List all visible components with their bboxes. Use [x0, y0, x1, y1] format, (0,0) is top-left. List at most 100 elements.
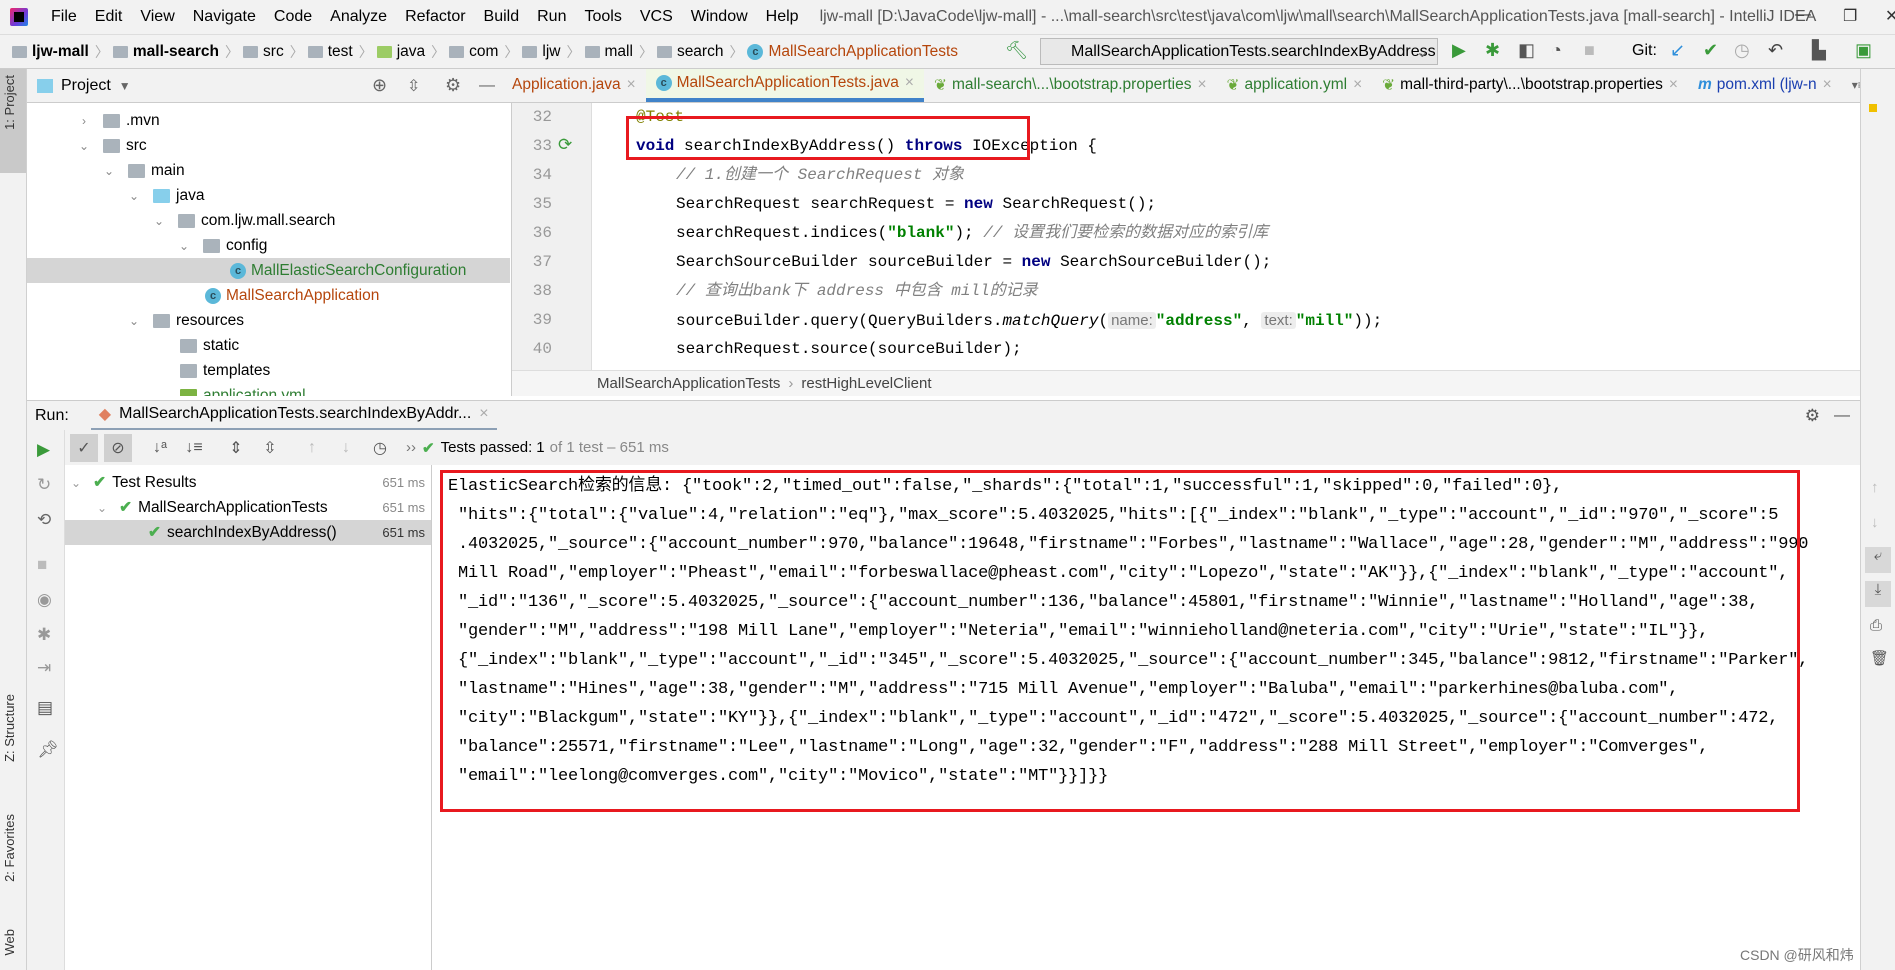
show-passed-icon[interactable]: ✓ — [70, 433, 98, 462]
tab-third-party-bootstrap[interactable]: ❦ mall-third-party\...\bootstrap.properti… — [1372, 69, 1688, 102]
hide-panel-icon[interactable]: — — [1834, 407, 1850, 425]
debug-bug-icon[interactable]: ✱ — [37, 625, 51, 645]
tree-item-templates[interactable]: templates — [27, 358, 510, 383]
rerun-failed-icon[interactable]: ↻ — [37, 475, 51, 495]
project-tool-tab[interactable]: 1: Project — [0, 69, 26, 173]
hide-panel-icon[interactable]: — — [479, 77, 495, 95]
crumb-ljw-mall[interactable]: ljw-mall 〉 — [12, 42, 109, 62]
tree-item-mvn[interactable]: › .mvn — [27, 108, 510, 133]
crumb-mall-search[interactable]: mall-search 〉 — [112, 42, 239, 62]
rerun-icon[interactable]: ▶ — [37, 440, 50, 460]
warning-marker-icon[interactable] — [1869, 104, 1877, 112]
close-tab-icon[interactable]: × — [905, 74, 914, 92]
print-icon[interactable]: ⎙ — [1870, 617, 1882, 634]
test-history-icon[interactable]: ◷ — [366, 434, 394, 462]
stop-icon[interactable]: ■ — [37, 555, 47, 575]
rollback-icon[interactable]: ↶ — [1768, 40, 1783, 61]
scroll-down-icon[interactable]: ↓ — [1871, 514, 1879, 531]
project-structure-icon[interactable]: ▙ — [1812, 40, 1826, 61]
close-tab-icon[interactable]: × — [1197, 76, 1206, 94]
run-configuration-select[interactable]: MallSearchApplicationTests.searchIndexBy… — [1040, 38, 1438, 65]
test-node-method[interactable]: ✔ searchIndexByAddress() 651 ms — [65, 520, 431, 545]
menu-vcs[interactable]: VCS — [631, 8, 682, 26]
crumb-src[interactable]: src 〉 — [243, 42, 304, 62]
tree-item-config[interactable]: ⌄ config — [27, 233, 510, 258]
menu-refactor[interactable]: Refactor — [396, 8, 474, 26]
close-tab-icon[interactable]: × — [1823, 76, 1832, 94]
menu-run[interactable]: Run — [528, 8, 575, 26]
debug-icon[interactable]: ✱ — [1485, 40, 1500, 61]
gear-icon[interactable]: ⚙ — [1805, 406, 1820, 426]
expand-all-icon[interactable]: ⇕ — [222, 434, 250, 462]
previous-test-icon[interactable]: ↑ — [298, 434, 326, 462]
run-test-gutter-icon[interactable]: ⟳ — [558, 135, 572, 155]
crumb-ljw[interactable]: ljw 〉 — [522, 42, 581, 62]
tree-item-application-class[interactable]: c MallSearchApplication — [27, 283, 510, 308]
git-commit-icon[interactable]: ✔ — [1703, 40, 1718, 61]
crumb-class[interactable]: c MallSearchApplicationTests — [747, 43, 958, 61]
test-node-class[interactable]: ⌄ ✔ MallSearchApplicationTests 651 ms — [65, 495, 431, 520]
profile-icon[interactable]: ◔ — [1551, 40, 1562, 61]
close-tab-icon[interactable]: × — [1353, 76, 1362, 94]
tree-item-application-yml[interactable]: application.yml — [27, 383, 510, 396]
stop-icon[interactable]: ■ — [1584, 40, 1595, 61]
menu-tools[interactable]: Tools — [575, 8, 630, 26]
scroll-up-icon[interactable]: ↑ — [1871, 479, 1879, 496]
more-icon[interactable]: ›› — [406, 439, 416, 456]
trash-icon[interactable]: 🗑︎ — [1870, 649, 1889, 667]
project-view-select[interactable]: Project — [61, 77, 111, 95]
tab-overflow-menu[interactable]: ▾≡ — [1842, 69, 1860, 102]
run-anything-icon[interactable]: ▣ — [1855, 40, 1872, 61]
build-hammer-icon[interactable]: 🔨︎ — [1005, 40, 1028, 61]
scroll-to-end-icon[interactable]: ⤓ — [1865, 581, 1891, 607]
crumb-search[interactable]: search 〉 — [656, 42, 743, 62]
sort-alpha-icon[interactable]: ↓ᵃ — [146, 434, 174, 462]
menu-file[interactable]: File — [42, 8, 86, 26]
crumb-test[interactable]: test 〉 — [307, 42, 373, 62]
run-tab[interactable]: ◆ MallSearchApplicationTests.searchIndex… — [90, 401, 497, 431]
tree-item-config-class[interactable]: c MallElasticSearchConfiguration — [27, 258, 510, 283]
next-test-icon[interactable]: ↓ — [332, 434, 360, 462]
test-node-root[interactable]: ⌄ ✔ Test Results 651 ms — [65, 470, 431, 495]
close-button[interactable]: ✕ — [1885, 6, 1895, 26]
tree-item-java[interactable]: ⌄ java — [27, 183, 510, 208]
menu-view[interactable]: View — [131, 8, 183, 26]
import-tests-icon[interactable]: ⇥ — [37, 658, 51, 678]
tab-pom-xml[interactable]: m pom.xml (ljw-n × — [1688, 69, 1842, 102]
tree-item-src[interactable]: ⌄ src — [27, 133, 510, 158]
locate-icon[interactable]: ⊕ — [372, 75, 387, 96]
pin-icon[interactable]: 📌︎ — [37, 740, 59, 760]
tree-item-package[interactable]: ⌄ com.ljw.mall.search — [27, 208, 510, 233]
favorites-tool-tab[interactable]: 2: Favorites — [2, 814, 17, 882]
menu-build[interactable]: Build — [475, 8, 529, 26]
close-tab-icon[interactable]: × — [627, 76, 636, 94]
tree-item-static[interactable]: static — [27, 333, 510, 358]
collapse-all-icon[interactable]: ⇳ — [256, 434, 284, 462]
chevron-down-icon[interactable]: ▼ — [119, 79, 131, 93]
git-update-icon[interactable]: ↙ — [1670, 40, 1685, 61]
collapse-all-icon[interactable]: ⇳ — [407, 76, 420, 96]
close-tab-icon[interactable]: × — [1669, 76, 1678, 94]
restore-button[interactable]: ❐ — [1843, 6, 1857, 26]
tab-mall-search-application-tests[interactable]: c MallSearchApplicationTests.java × — [645, 69, 924, 102]
web-tool-tab[interactable]: Web — [2, 929, 17, 956]
menu-navigate[interactable]: Navigate — [184, 8, 265, 26]
menu-analyze[interactable]: Analyze — [321, 8, 396, 26]
coverage-icon[interactable]: ◧ — [1518, 40, 1535, 61]
sort-duration-icon[interactable]: ↓≡ — [180, 434, 208, 462]
menu-help[interactable]: Help — [757, 8, 808, 26]
crumb-class[interactable]: MallSearchApplicationTests — [597, 375, 780, 392]
show-ignored-icon[interactable]: ⊘ — [104, 433, 132, 462]
crumb-java[interactable]: java 〉 — [376, 42, 445, 62]
crumb-field[interactable]: restHighLevelClient — [801, 375, 931, 392]
dump-threads-icon[interactable]: ◉ — [37, 590, 52, 610]
menu-code[interactable]: Code — [265, 8, 321, 26]
soft-wrap-icon[interactable]: ⤶ — [1865, 547, 1891, 573]
tree-item-main[interactable]: ⌄ main — [27, 158, 510, 183]
tree-item-resources[interactable]: ⌄ resources — [27, 308, 510, 333]
gear-icon[interactable]: ⚙ — [445, 75, 461, 96]
menu-window[interactable]: Window — [682, 8, 757, 26]
crumb-mall[interactable]: mall 〉 — [584, 42, 653, 62]
toggle-auto-test-icon[interactable]: ⟲ — [37, 510, 51, 530]
close-tab-icon[interactable]: × — [479, 405, 488, 423]
